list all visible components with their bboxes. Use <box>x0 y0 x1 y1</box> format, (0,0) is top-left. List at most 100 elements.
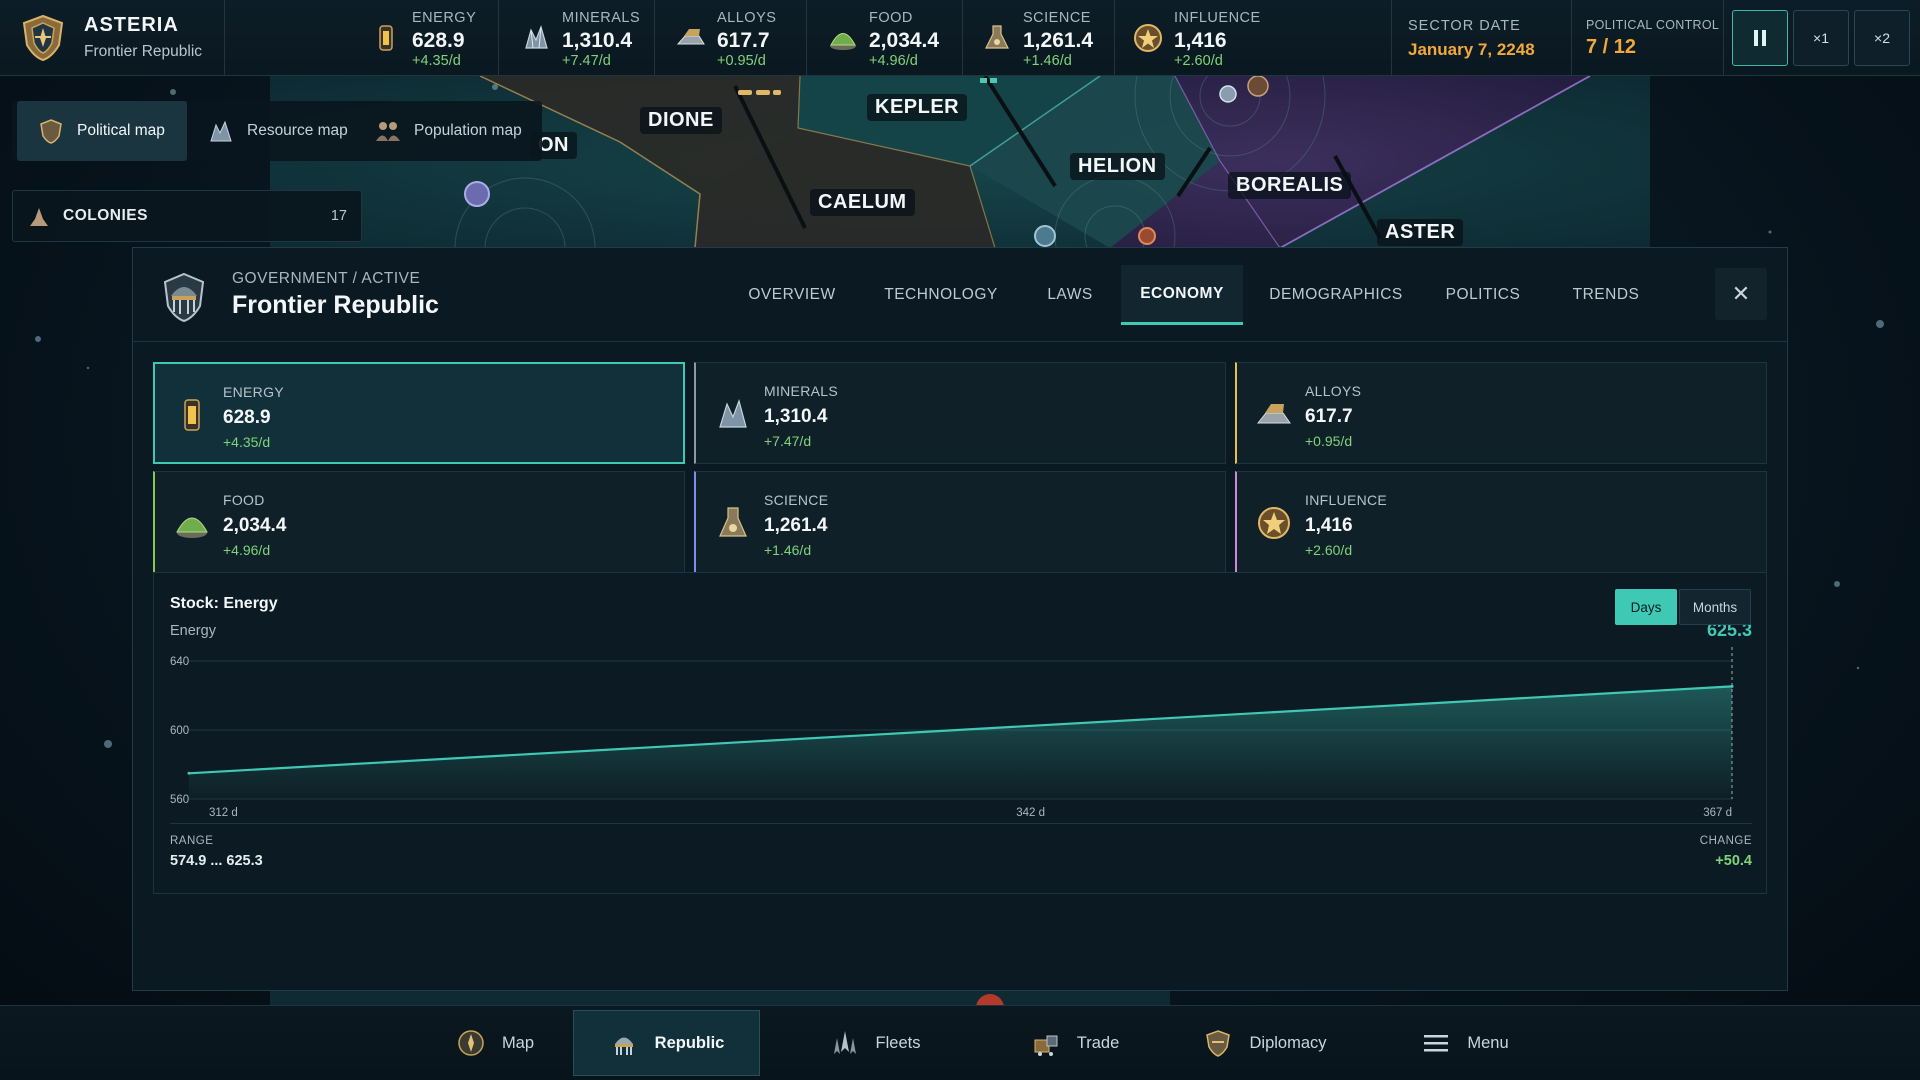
y-tick-label: 600 <box>170 725 189 737</box>
empire-brand[interactable]: ASTERIA Frontier Republic <box>0 0 225 76</box>
map-region-label[interactable]: HELION <box>1070 153 1165 180</box>
resource-value: 1,310.4 <box>562 29 633 52</box>
resource-label: MINERALS <box>562 10 641 26</box>
influence-medal-icon <box>1258 507 1290 539</box>
card-label: SCIENCE <box>764 492 829 508</box>
y-tick-label: 560 <box>170 794 189 806</box>
tab-political-map[interactable]: Political map <box>17 101 187 161</box>
political-control-label: POLITICAL CONTROL <box>1586 18 1720 32</box>
government-panel: GOVERNMENT / ACTIVE Frontier Republic OV… <box>132 247 1788 991</box>
resource-rate: +1.46/d <box>1023 53 1072 69</box>
panel-title: Frontier Republic <box>232 291 439 319</box>
card-label: ENERGY <box>223 384 284 400</box>
card-rate: +2.60/d <box>1305 542 1353 558</box>
empire-subtitle: Frontier Republic <box>84 43 203 60</box>
trade-cargo-icon <box>1034 1035 1058 1056</box>
panel-header: GOVERNMENT / ACTIVE Frontier Republic OV… <box>133 248 1787 342</box>
food-dome-icon <box>176 517 208 538</box>
tab-technology[interactable]: TECHNOLOGY <box>882 265 1000 325</box>
colonies-list-toggle[interactable]: COLONIES 17 <box>12 190 362 242</box>
nav-republic-button[interactable]: Republic <box>573 1010 760 1076</box>
science-flask-icon <box>985 25 1009 49</box>
resource-card-influence[interactable]: INFLUENCE 1,416 +2.60/d <box>1235 471 1767 573</box>
chart-point <box>1730 684 1734 688</box>
close-panel-button[interactable]: ✕ <box>1715 268 1767 320</box>
tab-laws[interactable]: LAWS <box>1042 265 1098 325</box>
tab-demographics[interactable]: DEMOGRAPHICS <box>1265 265 1407 325</box>
hamburger-menu-icon <box>1424 1035 1449 1052</box>
map-mode-label: Population map <box>414 122 522 139</box>
card-label: MINERALS <box>764 383 838 399</box>
map-mode-label: Resource map <box>247 122 348 139</box>
nav-menu-button[interactable]: Menu <box>1395 1010 1535 1076</box>
resource-value: 1,416 <box>1174 29 1227 52</box>
nav-diplomacy-button[interactable]: Diplomacy <box>1180 1010 1350 1076</box>
nav-fleets-button[interactable]: Fleets <box>800 1010 950 1076</box>
pause-button[interactable] <box>1732 10 1788 66</box>
political-control-value: 7 / 12 <box>1586 36 1637 58</box>
mineral-crystal-icon <box>719 399 747 428</box>
card-value: 2,034.4 <box>223 515 287 536</box>
map-region-label[interactable]: BOREALIS <box>1228 172 1352 199</box>
tab-population-map[interactable]: Population map <box>364 101 539 161</box>
x-tick-label: 312 d <box>209 807 238 819</box>
card-rate: +4.35/d <box>223 434 271 450</box>
resource-card-minerals[interactable]: MINERALS 1,310.4 +7.47/d <box>694 362 1226 464</box>
political-control: POLITICAL CONTROL 7 / 12 <box>1571 0 1723 76</box>
divider <box>1723 0 1724 76</box>
tab-trends[interactable]: TRENDS <box>1565 265 1647 325</box>
resource-card-food[interactable]: FOOD 2,034.4 +4.96/d <box>153 471 685 573</box>
map-mode-label: Political map <box>77 122 165 139</box>
tab-resource-map[interactable]: Resource map <box>197 101 357 161</box>
card-value: 1,261.4 <box>764 515 828 536</box>
nav-map-button[interactable]: Map <box>420 1010 570 1076</box>
map-region-label[interactable]: DIONE <box>640 107 722 134</box>
energy-cell-icon <box>379 25 393 51</box>
tab-politics[interactable]: POLITICS <box>1441 265 1525 325</box>
speed-x2-button[interactable]: ×2 <box>1854 10 1910 66</box>
colonies-count: 17 <box>330 208 347 224</box>
resource-rate: +4.96/d <box>869 53 918 69</box>
alloy-ingot-icon <box>676 29 705 45</box>
resource-label: ENERGY <box>412 10 477 26</box>
map-region-label[interactable]: CAELUM <box>810 189 915 216</box>
resource-label: SCIENCE <box>1023 10 1091 26</box>
resource-label: FOOD <box>869 10 913 26</box>
nav-trade-button[interactable]: Trade <box>1000 1010 1150 1076</box>
change-value: +50.4 <box>1715 853 1752 869</box>
card-label: ALLOYS <box>1305 383 1362 399</box>
nav-label: Diplomacy <box>1249 1033 1327 1052</box>
tab-overview[interactable]: OVERVIEW <box>744 265 840 325</box>
card-label: FOOD <box>223 492 265 508</box>
speed-x1-button[interactable]: ×1 <box>1793 10 1849 66</box>
energy-stock-chart: Stock: Energy Energy 625.3 Days Months 5… <box>153 572 1767 894</box>
resource-card-science[interactable]: SCIENCE 1,261.4 +1.46/d <box>694 471 1226 573</box>
bottom-nav: Map Republic Fleets Trade Diplomacy Menu <box>0 1005 1920 1080</box>
galaxy-map-lower-strip <box>270 990 1170 1005</box>
chart-area-fill <box>189 686 1732 799</box>
colonies-label: COLONIES <box>63 207 148 224</box>
nav-label: Republic <box>654 1033 725 1052</box>
empire-emblem-icon <box>22 14 64 62</box>
map-region-label[interactable]: ASTER <box>1377 219 1464 246</box>
divider <box>806 0 807 76</box>
chart-plot: 560 600 640 312 d 342 d 367 d <box>170 647 1734 819</box>
science-flask-icon <box>719 507 747 537</box>
republic-crest-icon <box>163 272 205 323</box>
resource-rate: +7.47/d <box>562 53 611 69</box>
map-region-label[interactable]: KEPLER <box>867 94 968 121</box>
card-value: 1,416 <box>1305 515 1353 536</box>
tab-economy[interactable]: ECONOMY <box>1121 265 1243 325</box>
panel-kicker: GOVERNMENT / ACTIVE <box>232 270 421 287</box>
range-value: 574.9 ... 625.3 <box>170 853 263 869</box>
card-rate: +4.96/d <box>223 542 271 558</box>
resource-value: 628.9 <box>412 29 465 52</box>
resource-card-alloys[interactable]: ALLOYS 617.7 +0.95/d <box>1235 362 1767 464</box>
compass-map-icon <box>458 1030 484 1056</box>
fleet-ships-icon <box>833 1031 856 1054</box>
political-map-icon <box>40 119 62 144</box>
sector-date: SECTOR DATE January 7, 2248 <box>1391 0 1571 76</box>
resource-rate: +2.60/d <box>1174 53 1223 69</box>
resource-card-energy[interactable]: ENERGY 628.9 +4.35/d <box>153 362 685 464</box>
change-label: CHANGE <box>1699 835 1752 847</box>
